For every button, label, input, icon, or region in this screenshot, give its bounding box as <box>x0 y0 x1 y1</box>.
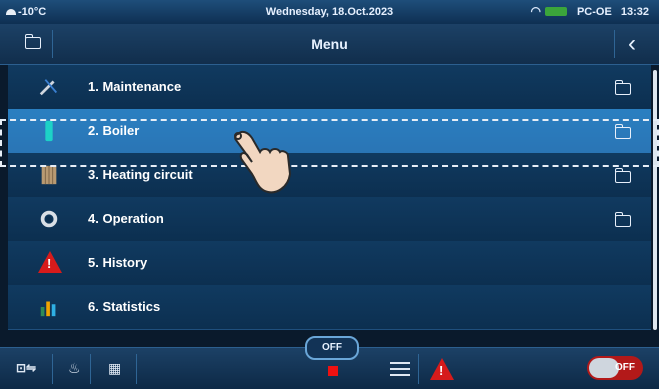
menu-item-label: 1. Maintenance <box>88 79 182 94</box>
selection-highlight <box>0 119 659 167</box>
footer-grid-button[interactable]: ▦ <box>96 354 137 384</box>
menu-item-history[interactable]: 5. History <box>8 241 651 286</box>
power-toggle[interactable]: OFF <box>587 356 643 380</box>
device-name: PC-OE <box>576 6 612 18</box>
menu-list: 1. Maintenance 2. Boiler 3. Heating circ… <box>0 65 659 345</box>
mode-icon: ⊡⇋ <box>16 361 37 375</box>
tools-icon <box>39 79 58 96</box>
off-indicator: OFF <box>305 336 359 360</box>
clock: 13:32 <box>620 6 649 18</box>
menu-lines-icon <box>390 362 410 376</box>
device-time: PC-OE 13:32 <box>571 6 649 18</box>
menu-item-label: 5. History <box>88 255 148 270</box>
menu-item-operation[interactable]: 4. Operation <box>8 197 651 242</box>
toggle-label: OFF <box>615 362 635 373</box>
menu-item-label: 6. Statistics <box>88 299 161 314</box>
grid-icon: ▦ <box>108 360 122 376</box>
stop-icon <box>328 366 338 376</box>
hand-pointer-icon <box>234 130 292 194</box>
menu-item-statistics[interactable]: 6. Statistics <box>8 285 651 330</box>
footer-mode-button[interactable]: ⊡⇋ <box>8 354 53 384</box>
bottom-toolbar: ⊡⇋ ♨ ▦ OFF OFF <box>0 336 659 389</box>
warning-icon <box>38 251 62 275</box>
bar-chart-icon <box>40 301 56 317</box>
folder-icon <box>615 212 631 227</box>
page-title: Menu <box>311 36 348 52</box>
menu-item-label: 3. Heating circuit <box>88 167 193 182</box>
alarm-icon <box>430 358 454 380</box>
back-button[interactable]: ‹ <box>614 30 649 58</box>
menu-header: Menu ‹ <box>0 24 659 65</box>
footer-menu-button[interactable] <box>382 354 419 384</box>
gear-icon <box>40 210 58 228</box>
flame-icon: ♨ <box>68 360 81 376</box>
folder-icon <box>615 168 631 183</box>
folder-icon <box>615 80 631 95</box>
menu-item-label: 4. Operation <box>88 211 164 226</box>
status-bar: -10°C Wednesday, 18.Oct.2023 ◠ PC-OE 13:… <box>0 0 659 24</box>
footer-alarm-button[interactable] <box>424 354 460 384</box>
scrollbar[interactable] <box>653 70 657 330</box>
menu-item-maintenance[interactable]: 1. Maintenance <box>8 65 651 110</box>
wifi-icon: ◠ <box>530 4 541 18</box>
battery-icon <box>545 7 567 16</box>
footer-flame-button[interactable]: ♨ <box>60 354 91 384</box>
